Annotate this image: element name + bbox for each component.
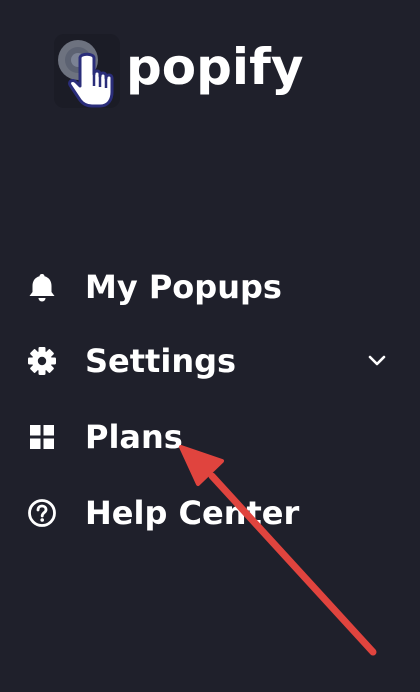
sidebar-item-help-center[interactable]: Help Center	[0, 483, 420, 543]
tap-hand-icon	[52, 30, 124, 110]
sidebar-item-settings[interactable]: Settings	[0, 331, 420, 391]
grid-icon	[26, 421, 58, 453]
sidebar-item-label: Plans	[85, 418, 183, 456]
sidebar-item-label: Settings	[85, 342, 237, 380]
sidebar-item-my-popups[interactable]: My Popups	[0, 257, 420, 317]
sidebar-item-plans[interactable]: Plans	[0, 407, 420, 467]
chevron-down-icon[interactable]	[362, 346, 392, 376]
help-circle-icon	[26, 497, 58, 529]
sidebar-item-label: My Popups	[85, 268, 282, 306]
brand-logo[interactable]: popify	[52, 30, 303, 110]
sidebar: popify My Popups Settings Plans Help Cen…	[0, 0, 420, 692]
brand-name: popify	[126, 38, 304, 96]
sidebar-item-label: Help Center	[85, 494, 300, 532]
bell-icon	[26, 271, 58, 303]
gear-icon	[26, 345, 58, 377]
